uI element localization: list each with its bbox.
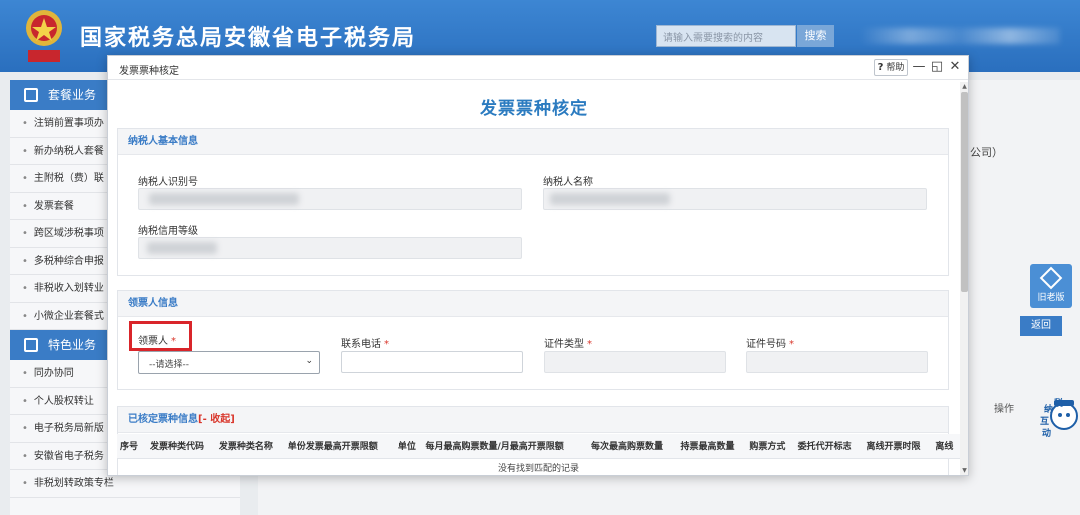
search-button[interactable]: 搜索	[797, 25, 834, 47]
question-icon: ?	[877, 62, 884, 73]
column-header[interactable]: 委托代开标志	[794, 434, 864, 459]
table-row: 没有找到匹配的记录	[117, 458, 960, 475]
invoice-type-approval-dialog: 发票票种核定 ? 帮助 — ◱ ✕ ▲ ▼ 发票票种核定 纳税人基本信息 纳税人…	[107, 55, 969, 476]
phone-label: 联系电话 *	[341, 339, 389, 350]
mascot-char: 动	[1042, 429, 1052, 439]
recipient-select-value: --请选择--	[149, 360, 189, 370]
help-button[interactable]: ? 帮助	[874, 59, 908, 76]
column-header[interactable]: 发票种类名称	[215, 434, 285, 459]
close-icon[interactable]: ✕	[948, 59, 962, 75]
old-version-button[interactable]: 旧老版	[1030, 264, 1072, 308]
collapse-toggle[interactable]: [- 收起]	[198, 414, 235, 425]
mascot-char: 税	[1054, 399, 1064, 409]
section-heading: 领票人信息	[118, 291, 948, 317]
sidebar-section-label: 特色业务	[48, 338, 97, 352]
column-header[interactable]: 离线	[932, 434, 960, 459]
column-header[interactable]: 离线开票时限	[863, 434, 933, 459]
column-header[interactable]: 序号	[117, 434, 147, 459]
header-links-blurred	[860, 28, 1060, 44]
recipient-label: 领票人 *	[138, 336, 176, 347]
diamond-icon	[1039, 266, 1063, 290]
column-header[interactable]: 每月最高购票数量/月最高开票限额	[422, 434, 589, 459]
national-emblem-icon	[26, 10, 62, 62]
chevron-down-icon: ⌄	[305, 356, 313, 366]
site-title: 国家税务总局安徽省电子税务局	[80, 26, 417, 51]
column-header[interactable]: 发票种类代码	[147, 434, 216, 459]
package-icon	[24, 88, 38, 102]
taxpayer-id-label: 纳税人识别号	[138, 177, 198, 188]
dialog-title: 发票票种核定	[119, 66, 179, 77]
help-label: 帮助	[886, 63, 905, 73]
maximize-icon[interactable]: ◱	[930, 59, 944, 75]
sidebar-section-label: 套餐业务	[48, 88, 97, 102]
redacted-value	[149, 193, 299, 205]
recipient-select[interactable]: --请选择-- ⌄	[138, 351, 320, 374]
column-header[interactable]: 每次最高购票数量	[588, 434, 678, 459]
scroll-down-icon[interactable]: ▼	[960, 466, 968, 475]
return-button[interactable]: 返回	[1020, 316, 1062, 336]
scroll-up-icon[interactable]: ▲	[960, 82, 968, 92]
search-input[interactable]: 请输入需要搜索的内容	[656, 25, 796, 47]
column-header[interactable]: 持票最高数量	[677, 434, 747, 459]
phone-input[interactable]	[341, 351, 523, 373]
taxpayer-name-label: 纳税人名称	[543, 177, 593, 188]
featured-icon	[24, 338, 38, 352]
table-header-row: 序号 发票种类代码 发票种类名称 单份发票最高开票限额 单位 每月最高购票数量/…	[117, 434, 960, 459]
taxpayer-name-field	[543, 188, 927, 210]
redacted-value	[550, 193, 670, 205]
section-heading: 已核定票种信息[- 收起]	[118, 407, 948, 433]
section-heading: 纳税人基本信息	[118, 129, 948, 155]
approved-types-table: 序号 发票种类代码 发票种类名称 单份发票最高开票限额 单位 每月最高购票数量/…	[117, 434, 960, 475]
operation-column-header: 操作	[994, 404, 1014, 415]
column-header[interactable]: 购票方式	[746, 434, 795, 459]
recipient-info-panel: 领票人信息	[117, 290, 949, 390]
id-type-field[interactable]	[544, 351, 726, 373]
company-name-fragment: 公司）	[970, 146, 1003, 159]
id-type-label: 证件类型 *	[544, 339, 592, 350]
id-number-field[interactable]	[746, 351, 928, 373]
redacted-value	[147, 242, 217, 254]
form-title: 发票票种核定	[480, 99, 588, 119]
column-header[interactable]: 单份发票最高开票限额	[284, 434, 395, 459]
old-version-label: 旧老版	[1037, 293, 1065, 303]
credit-rating-label: 纳税信用等级	[138, 226, 198, 237]
column-header[interactable]: 单位	[394, 434, 423, 459]
empty-table-message: 没有找到匹配的记录	[497, 463, 579, 474]
id-number-label: 证件号码 *	[746, 339, 794, 350]
dialog-titlebar: 发票票种核定 ? 帮助 — ◱ ✕	[108, 56, 968, 80]
scrollbar-thumb[interactable]	[961, 92, 968, 292]
taxpayer-id-field	[138, 188, 522, 210]
credit-rating-field	[138, 237, 522, 259]
minimize-icon[interactable]: —	[912, 59, 926, 75]
